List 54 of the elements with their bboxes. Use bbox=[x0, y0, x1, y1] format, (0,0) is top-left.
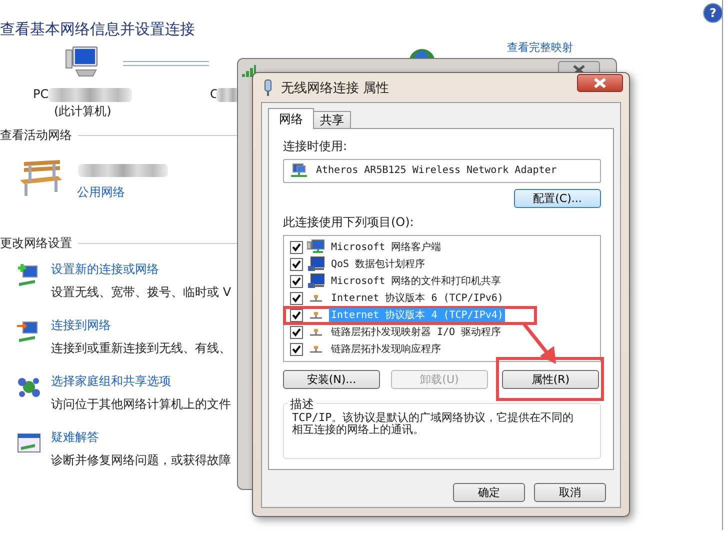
close-button[interactable] bbox=[577, 74, 623, 92]
section-heading: 查看活动网络 bbox=[0, 127, 72, 144]
window-title: 无线网络连接 属性 bbox=[281, 80, 390, 96]
field-label: 连接时使用: bbox=[283, 138, 348, 155]
section-heading: 更改网络设置 bbox=[0, 235, 72, 252]
tab[interactable]: 网络 bbox=[268, 108, 314, 129]
checkbox[interactable] bbox=[290, 240, 303, 254]
network-type-link[interactable]: 公用网络 bbox=[77, 184, 125, 201]
action-button[interactable]: 安装(N)... bbox=[283, 370, 380, 389]
troubleshoot-icon bbox=[17, 431, 41, 455]
list-item[interactable]: Microsoft 网络客户端 bbox=[329, 240, 444, 254]
computer-icon bbox=[307, 273, 325, 290]
checkbox[interactable] bbox=[290, 308, 303, 322]
checkbox[interactable] bbox=[290, 258, 303, 271]
list-item[interactable]: 链路层拓扑发现映射器 I/O 驱动程序 bbox=[329, 325, 504, 340]
checkbox[interactable] bbox=[290, 274, 303, 288]
task-link[interactable]: 疑难解答 bbox=[51, 429, 231, 446]
group-label: 描述 bbox=[288, 396, 316, 413]
cancel-button[interactable]: 取消 bbox=[534, 483, 606, 502]
full-map-link[interactable]: 查看完整映射 bbox=[507, 41, 573, 55]
configure-button[interactable]: 配置(C)... bbox=[514, 188, 601, 208]
computer-name: PC bbox=[33, 87, 49, 101]
task-description: 诊断并修复网络问题，或获得故障 bbox=[51, 452, 231, 469]
checkbox[interactable] bbox=[290, 292, 303, 305]
close-icon bbox=[592, 77, 608, 89]
annotation-arrow bbox=[522, 322, 558, 366]
list-item[interactable]: Microsoft 网络的文件和打印机共享 bbox=[329, 274, 504, 288]
list-item[interactable]: QoS 数据包计划程序 bbox=[329, 257, 428, 272]
ok-button[interactable]: 确定 bbox=[453, 483, 525, 502]
page-heading: 查看基本网络信息并设置连接 bbox=[0, 20, 195, 39]
task-description: 设置无线、宽带、拨号、临时或 V bbox=[51, 284, 232, 301]
adapter-icon bbox=[263, 78, 273, 96]
computer-caption: (此计算机) bbox=[54, 103, 112, 120]
homegroup-icon bbox=[17, 375, 41, 399]
description-text: TCP/IP。该协议是默认的广域网络协议，它提供在不同的相互连接的网络上的通讯。 bbox=[292, 412, 575, 436]
tab[interactable]: 共享 bbox=[313, 111, 351, 129]
checkbox[interactable] bbox=[290, 342, 303, 356]
computer-icon bbox=[64, 46, 98, 78]
list-item[interactable]: 链路层拓扑发现响应程序 bbox=[329, 342, 443, 356]
help-button[interactable]: ? bbox=[703, 3, 723, 23]
adapter-name: Atheros AR5B125 Wireless Network Adapter bbox=[316, 165, 557, 176]
checkbox[interactable] bbox=[290, 326, 303, 339]
task-description: 访问位于其他网络计算机上的文件 bbox=[51, 396, 231, 413]
field-label: 此连接使用下列项目(O): bbox=[283, 214, 415, 231]
task-description: 连接到或重新连接到无线、有线、 bbox=[51, 340, 231, 357]
computer-icon bbox=[307, 256, 325, 272]
network-client-icon bbox=[307, 239, 325, 256]
list-item[interactable]: Internet 协议版本 6 (TCP/IPv6) bbox=[329, 291, 506, 306]
action-button[interactable]: 属性(R) bbox=[502, 370, 599, 389]
network-adapter-icon bbox=[290, 162, 308, 179]
task-link[interactable]: 连接到网络 bbox=[51, 317, 231, 334]
task-link[interactable]: 设置新的连接或网络 bbox=[51, 261, 232, 278]
task-link[interactable]: 选择家庭组和共享选项 bbox=[51, 373, 231, 390]
bench-icon bbox=[18, 158, 64, 198]
